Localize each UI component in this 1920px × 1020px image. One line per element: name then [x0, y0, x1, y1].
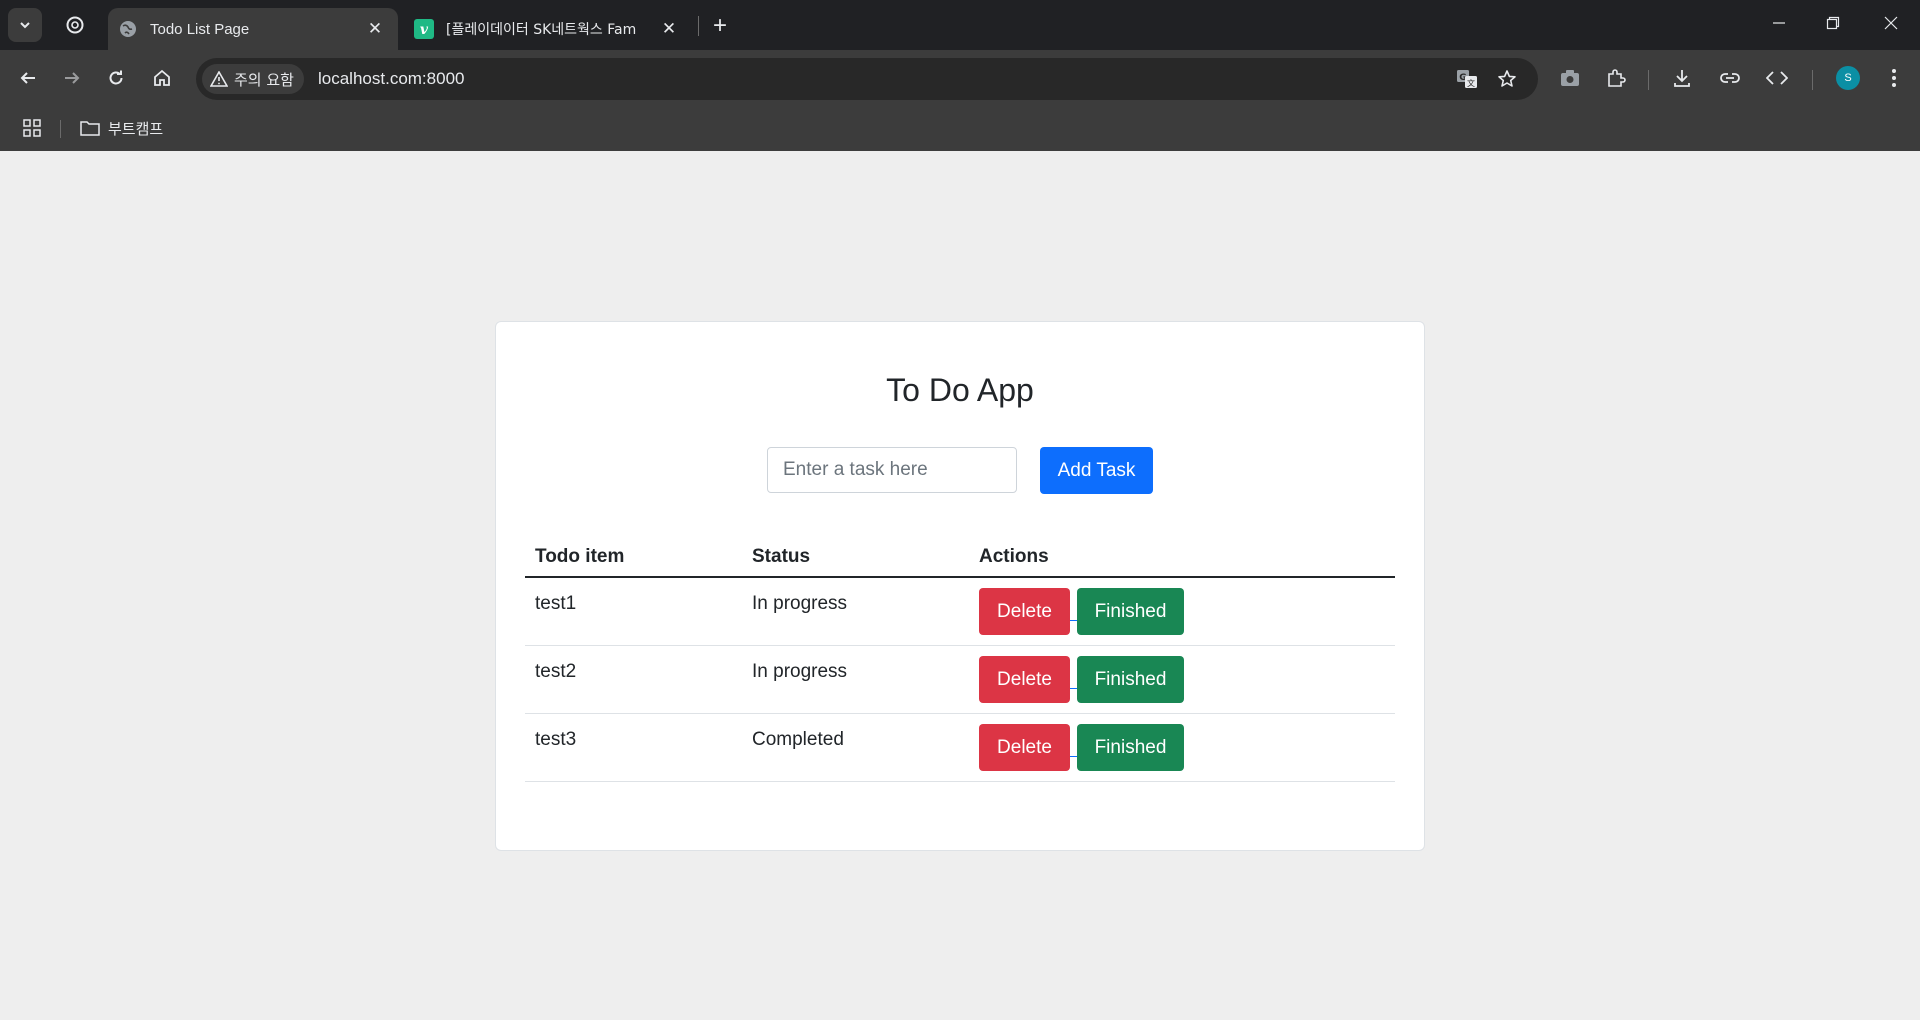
apps-grid-icon[interactable]: [18, 114, 46, 142]
download-icon[interactable]: [1666, 62, 1698, 94]
kebab-menu-icon[interactable]: [1878, 62, 1910, 94]
reload-icon[interactable]: [100, 62, 132, 94]
tab-playdata[interactable]: v [플레이데이터 SK네트웍스 Fam ✕: [402, 8, 692, 50]
translate-icon[interactable]: G文: [1452, 64, 1482, 94]
minimize-icon[interactable]: [1764, 8, 1794, 38]
tab-todo-list[interactable]: Todo List Page ✕: [108, 8, 398, 50]
puzzle-icon[interactable]: [1600, 62, 1632, 94]
link-underline: [1070, 620, 1077, 621]
code-icon[interactable]: [1761, 62, 1793, 94]
finished-button[interactable]: Finished: [1077, 588, 1184, 635]
delete-button[interactable]: Delete: [979, 588, 1070, 635]
bookmark-folder-bootcamp[interactable]: 부트캠프: [80, 114, 163, 142]
link-icon[interactable]: [1714, 62, 1746, 94]
table-row: test3 Completed Delete Finished: [525, 714, 1395, 782]
svg-text:文: 文: [1467, 78, 1475, 88]
tab-title: [플레이데이터 SK네트웍스 Fam: [446, 22, 637, 38]
table-row: test1 In progress Delete Finished: [525, 578, 1395, 646]
page-title: To Do App: [886, 372, 1034, 408]
restore-icon[interactable]: [1818, 8, 1848, 38]
svg-text:v: v: [420, 22, 429, 38]
bookmarks-bar: 부트캠프: [0, 106, 1920, 151]
tab-search-button[interactable]: [8, 8, 42, 42]
todo-item-text: test3: [535, 729, 577, 750]
plus-icon[interactable]: +: [704, 10, 736, 42]
folder-icon: [80, 121, 100, 136]
forward-arrow-icon[interactable]: [56, 62, 88, 94]
todo-table: Todo item Status Actions test1 In progre…: [525, 538, 1395, 782]
finished-button[interactable]: Finished: [1077, 656, 1184, 703]
delete-button[interactable]: Delete: [979, 656, 1070, 703]
globe-icon: [118, 19, 138, 39]
tab-title: Todo List Page: [150, 20, 250, 38]
security-label: 주의 요함: [234, 70, 294, 89]
bookmarks-divider: [60, 120, 61, 138]
todo-status: In progress: [752, 593, 848, 614]
finished-button[interactable]: Finished: [1077, 724, 1184, 771]
todo-status: Completed: [752, 729, 844, 750]
close-tab-icon[interactable]: ✕: [658, 18, 680, 40]
address-bar[interactable]: 주의 요함 localhost.com:8000 G文: [196, 58, 1538, 100]
chevron-down-icon: [20, 22, 30, 29]
close-window-icon[interactable]: [1876, 8, 1906, 38]
warning-icon: [210, 71, 228, 87]
star-icon[interactable]: [1492, 64, 1522, 94]
back-arrow-icon[interactable]: [12, 62, 44, 94]
v-logo-icon: v: [414, 19, 434, 39]
todo-status: In progress: [752, 661, 848, 682]
link-underline: [1070, 688, 1077, 689]
column-header-item: Todo item: [535, 546, 625, 567]
todo-item-text: test2: [535, 661, 577, 682]
bookmark-label: 부트캠프: [108, 119, 164, 138]
link-underline: [1070, 756, 1077, 757]
security-chip[interactable]: 주의 요함: [202, 64, 304, 94]
column-header-status: Status: [752, 546, 811, 567]
avatar[interactable]: S: [1836, 66, 1860, 90]
url-text[interactable]: localhost.com:8000: [318, 69, 464, 89]
add-task-button[interactable]: Add Task: [1040, 447, 1153, 494]
tab-strip: Todo List Page ✕ v [플레이데이터 SK네트웍스 Fam ✕ …: [0, 0, 1920, 50]
camera-icon[interactable]: [1554, 62, 1586, 94]
todo-item-text: test1: [535, 593, 577, 614]
task-input[interactable]: [767, 447, 1017, 493]
toolbar-divider: [1648, 70, 1649, 90]
tab-divider: [698, 16, 699, 36]
table-row: test2 In progress Delete Finished: [525, 646, 1395, 714]
browser-toolbar: 주의 요함 localhost.com:8000 G文 S: [0, 50, 1920, 106]
column-header-actions: Actions: [979, 546, 1049, 567]
delete-button[interactable]: Delete: [979, 724, 1070, 771]
todo-card: To Do App Add Task Todo item Status Acti…: [495, 321, 1425, 851]
toolbar-divider: [1812, 70, 1813, 90]
home-icon[interactable]: [146, 62, 178, 94]
close-tab-icon[interactable]: ✕: [364, 18, 386, 40]
openai-icon[interactable]: [60, 10, 90, 40]
table-header: Todo item Status Actions: [525, 538, 1395, 578]
